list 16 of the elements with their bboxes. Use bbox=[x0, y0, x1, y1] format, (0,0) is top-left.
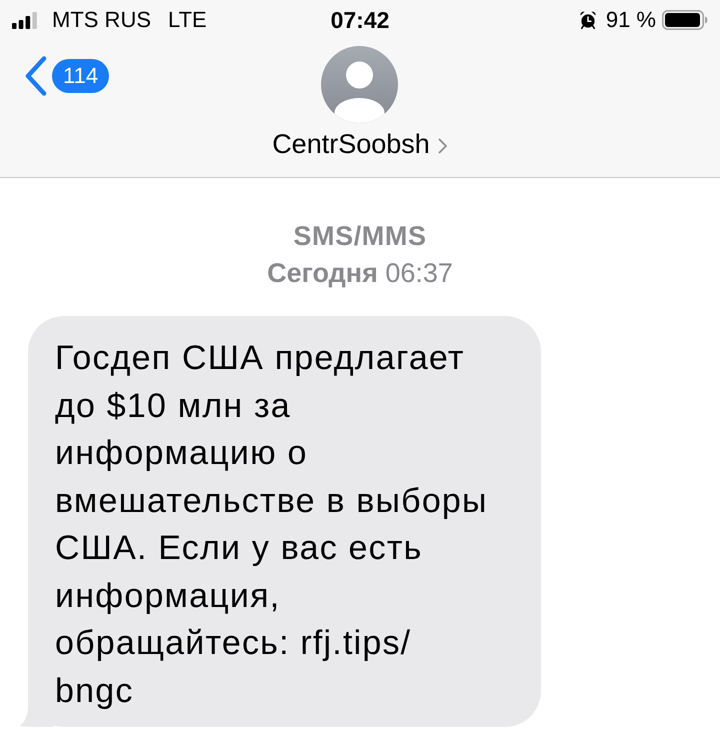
service-label: SMS/MMS bbox=[292, 220, 428, 253]
battery-icon bbox=[662, 10, 708, 30]
back-button[interactable]: 114 bbox=[24, 56, 110, 96]
alarm-clock-icon bbox=[580, 11, 596, 29]
message-timestamp: Сегодня 06:37 bbox=[266, 257, 454, 290]
carrier-name: MTS RUS bbox=[52, 7, 151, 33]
unread-count-badge: 114 bbox=[52, 59, 110, 93]
back-chevron-icon bbox=[24, 56, 48, 96]
battery-percent: 91 % bbox=[606, 7, 656, 33]
message-text: Госдеп США предлагает до $10 млн за информацию о вмешательстве в выборы США. Если у вас есть информация, обращайтесь: rfj.tips/ bngc bbox=[55, 338, 489, 712]
contact-avatar-icon[interactable] bbox=[321, 46, 398, 123]
contact-name-button[interactable]: CentrSoobsh bbox=[272, 127, 448, 161]
network-type: LTE bbox=[168, 7, 207, 33]
clock-time: 07:42 bbox=[330, 6, 390, 34]
signal-strength-icon bbox=[12, 12, 37, 28]
chevron-right-icon bbox=[438, 138, 448, 154]
